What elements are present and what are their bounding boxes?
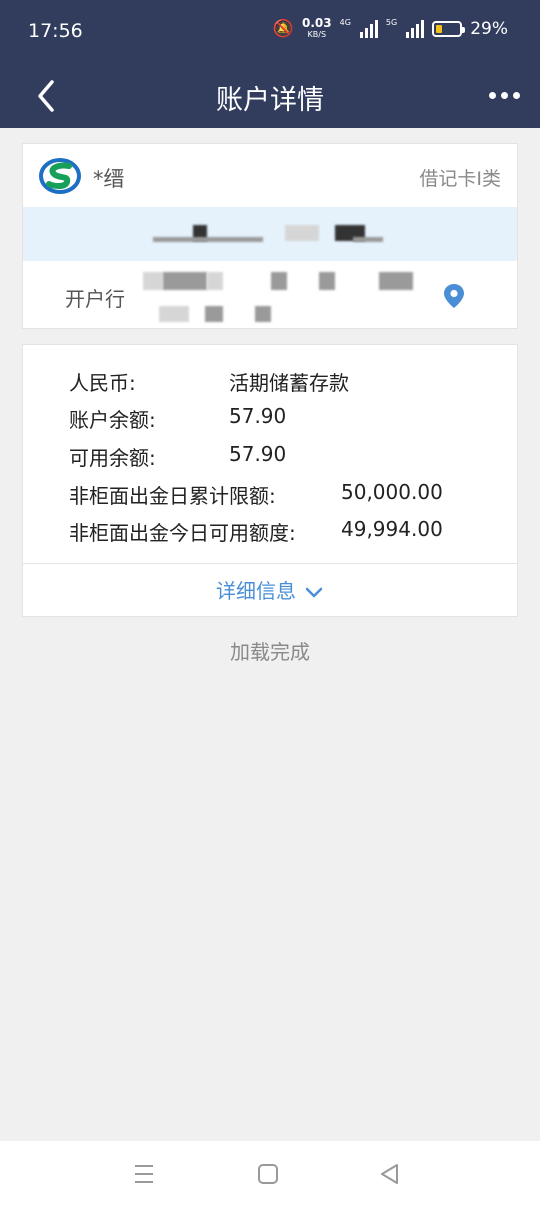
account-card: *缙 借记卡I类 开户行 [22,143,518,329]
details-toggle-button[interactable]: 详细信息 [23,575,517,604]
details-label: 详细信息 [216,579,296,603]
nav-bar: 账户详情 [0,64,540,128]
account-number-masked [23,207,517,261]
home-square-icon[interactable] [255,1161,281,1187]
redaction-block [159,306,189,322]
battery-fill [436,25,443,33]
today-available-label: 非柜面出金今日可用额度: [69,521,296,545]
network-type-1: 4G [339,18,351,27]
today-available-value: 49,994.00 [341,517,443,541]
network-speed-unit: KB/S [307,30,327,39]
status-icons: 🔕 0.03 KB/S 4G 5G 29% [272,16,508,40]
signal-icon-2 [406,20,425,38]
currency-value: 活期储蓄存款 [229,371,349,395]
balance-card: 人民币: 活期储蓄存款 账户余额: 57.90 可用余额: 57.90 非柜面出… [22,344,518,617]
available-value: 57.90 [229,442,287,466]
menu-icon[interactable] [131,1161,157,1187]
mute-bell-icon: 🔕 [272,19,294,39]
redaction-block [319,272,335,290]
redaction-block [255,306,271,322]
daily-limit-label: 非柜面出金日累计限额: [69,484,276,508]
status-time: 17:56 [28,20,83,42]
more-dots-icon[interactable] [484,80,524,110]
top-bar: 17:56 🔕 0.03 KB/S 4G 5G 29% 账户详情 [0,0,540,128]
currency-label: 人民币: [69,371,136,395]
redaction-block [163,272,207,290]
page-title: 账户详情 [216,85,324,116]
chevron-down-icon [305,587,323,597]
daily-limit-value: 50,000.00 [341,480,443,504]
account-holder-name: *缙 [93,167,125,191]
back-triangle-icon[interactable] [377,1161,403,1187]
status-bar: 17:56 🔕 0.03 KB/S 4G 5G 29% [0,0,540,64]
redaction-block [143,272,163,290]
redaction-block [205,306,223,322]
redaction-block [207,272,223,290]
signal-icon [359,20,378,38]
battery-percent: 29% [470,19,508,39]
redaction-block [379,272,413,290]
redaction-block [285,225,319,241]
balance-label: 账户余额: [69,408,156,432]
available-label: 可用余额: [69,446,156,470]
system-nav-bar [0,1141,540,1207]
network-speed: 0.03 KB/S [302,16,332,40]
location-pin-icon[interactable] [443,283,465,309]
card-type: 借记卡I类 [419,168,501,190]
bank-branch-label: 开户行 [65,287,125,311]
balance-value: 57.90 [229,404,287,428]
bank-logo [39,158,81,194]
redaction-block [353,237,383,242]
network-speed-value: 0.03 [302,16,332,30]
redaction-block [153,237,263,242]
network-type-2: 5G [385,18,398,27]
redaction-block [271,272,287,290]
load-status: 加载完成 [230,640,310,664]
divider [23,563,517,564]
battery-icon [432,21,466,37]
